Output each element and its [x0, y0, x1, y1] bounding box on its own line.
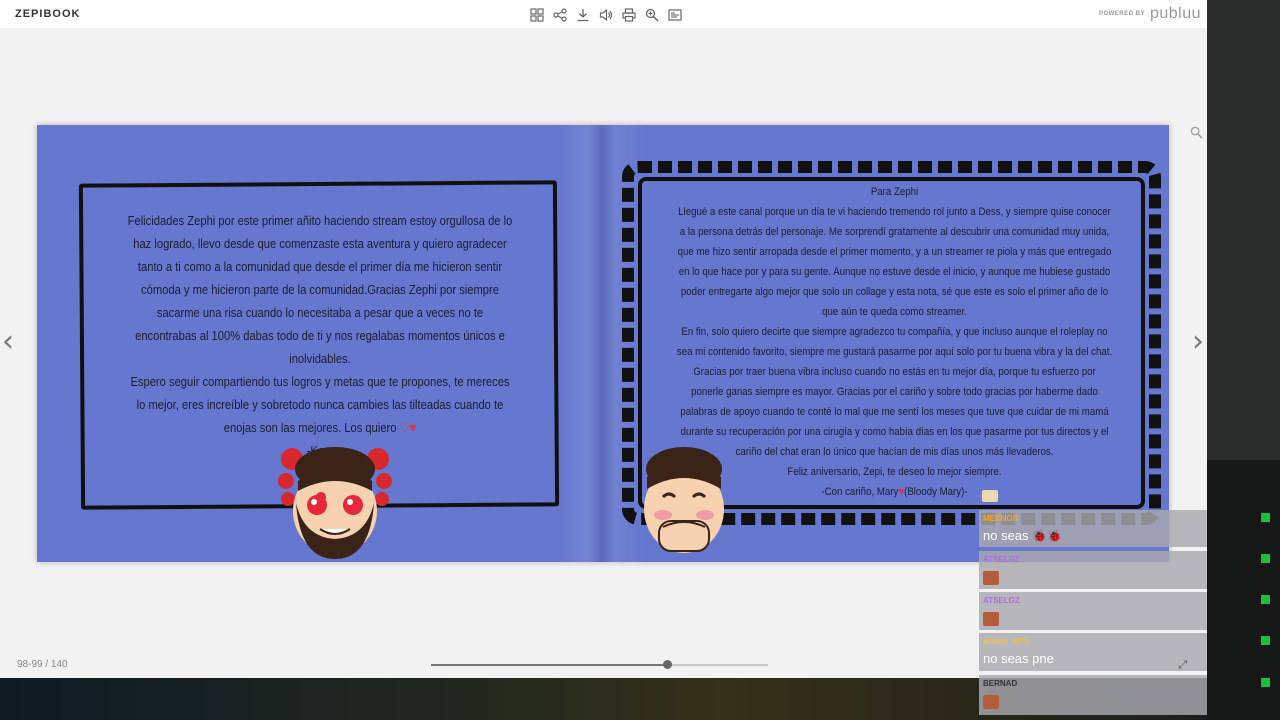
right-paragraph-1: Llegué a este canal porque un día te vi …: [677, 206, 1112, 318]
chat-message: ATSELGZ: [979, 592, 1207, 630]
top-bar: ZEPIBOOK POWERED BY publuu: [0, 0, 1207, 28]
chat-username: BERNAD: [983, 679, 1018, 688]
right-signature-end: (Bloody Mary)-: [904, 486, 968, 498]
page-indicator: 98-99 / 140: [17, 659, 68, 670]
chat-emote-icon: [983, 612, 999, 626]
right-heading: Para Zephi: [870, 186, 919, 198]
status-indicator-icon: [1261, 595, 1270, 604]
expand-icon[interactable]: ⤢: [1178, 659, 1187, 672]
chat-text-value: no seas: [983, 528, 1029, 543]
chat-message: BERNAD: [979, 675, 1207, 715]
chat-username: ATSELGZ: [983, 555, 1020, 564]
left-paragraph-2-text: Espero seguir compartiendo tus logros y …: [130, 374, 510, 435]
status-indicator-icon: [1261, 678, 1270, 687]
right-closing: Feliz aniversario, Zepi, te deseo lo mej…: [787, 466, 1002, 478]
chat-emote-icon: [982, 490, 998, 502]
chat-username: MEKNOR: [983, 514, 1019, 523]
chat-message: ATSELGZ: [979, 551, 1207, 589]
powered-by-label: POWERED BY: [1098, 11, 1145, 17]
hearts-icon: ♡♥: [399, 420, 417, 435]
grid-icon[interactable]: [528, 6, 545, 23]
left-paragraph-1: Felicidades Zephi por este primer añito …: [127, 213, 513, 366]
brand-title: ZEPIBOOK: [15, 8, 81, 20]
page-slider-fill: [431, 664, 667, 666]
share-icon[interactable]: [551, 6, 568, 23]
toolbar: [528, 6, 683, 23]
powered-by[interactable]: POWERED BY publuu: [1099, 5, 1201, 23]
background-stream-scene: [1207, 0, 1280, 720]
chat-emote-icon: [983, 571, 999, 585]
chat-username: ATSELGZ: [983, 596, 1020, 605]
print-icon[interactable]: [620, 6, 637, 23]
status-indicator-icon: [1261, 554, 1270, 563]
ladybug-emotes-icon: 🐞🐞: [1032, 529, 1063, 543]
next-page-arrow-icon[interactable]: ›: [1192, 324, 1204, 359]
page-slider[interactable]: [431, 660, 768, 669]
status-indicator-icon: [1261, 513, 1270, 522]
fullscreen-icon[interactable]: [666, 6, 683, 23]
left-paragraph-2: Espero seguir compartiendo tus logros y …: [127, 370, 514, 439]
chat-message: ANAHI_MT2 no seas pne ⤢: [979, 633, 1207, 671]
left-page-letter: Felicidades Zephi por este primer añito …: [127, 209, 514, 462]
status-indicator-icon: [1261, 636, 1270, 645]
zoom-icon[interactable]: [643, 6, 660, 23]
download-icon[interactable]: [574, 6, 591, 23]
stream-chat-overlay: MEKNOR no seas 🐞🐞 ATSELGZ ATSELGZ ANAHI_…: [979, 488, 1207, 720]
sound-icon[interactable]: [597, 6, 614, 23]
chat-emote-icon: [983, 695, 999, 709]
prev-page-arrow-icon[interactable]: ‹: [2, 324, 14, 359]
heart-eyes-avatar-icon: [278, 447, 392, 559]
right-page-letter: Para Zephi Llegué a este canal porque un…: [677, 182, 1113, 502]
page-slider-handle[interactable]: [662, 660, 672, 669]
right-signature-start: -Con cariño, Mary: [821, 486, 899, 498]
chat-message: MEKNOR no seas 🐞🐞: [979, 510, 1207, 547]
publuu-logo: publuu: [1149, 5, 1201, 22]
search-icon[interactable]: [1190, 126, 1203, 144]
chat-text: no seas pne: [983, 651, 1054, 666]
chat-username: ANAHI_MT2: [983, 637, 1029, 646]
shy-avatar-icon: [644, 447, 724, 553]
chat-text: no seas 🐞🐞: [983, 528, 1062, 543]
right-paragraph-2: En fin, solo quiero decirte que siempre …: [676, 326, 1113, 458]
